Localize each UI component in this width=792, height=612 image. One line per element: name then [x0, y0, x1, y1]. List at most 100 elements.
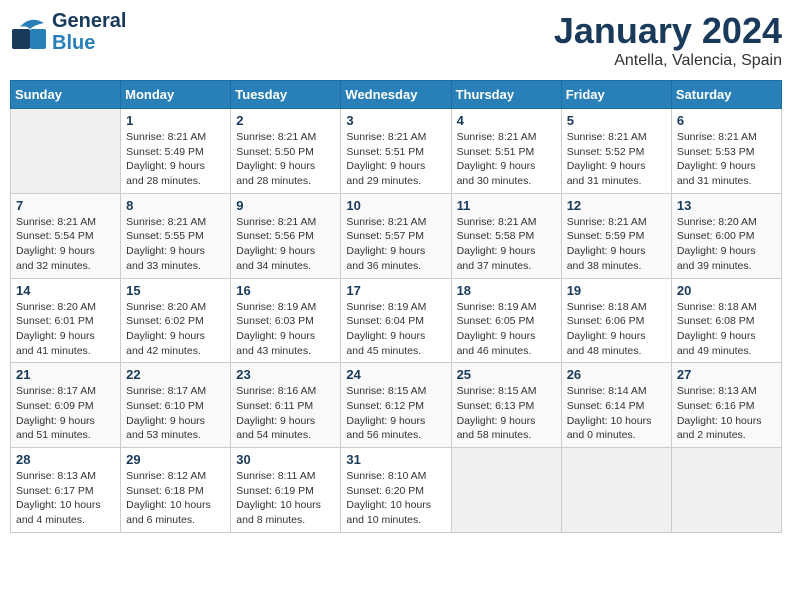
- day-number: 12: [567, 198, 666, 213]
- logo-blue: Blue: [52, 32, 126, 54]
- calendar-cell: 23 Sunrise: 8:16 AM Sunset: 6:11 PM Dayli…: [231, 363, 341, 448]
- day-number: 25: [457, 367, 556, 382]
- day-number: 3: [346, 113, 445, 128]
- calendar-cell: [451, 448, 561, 533]
- calendar-cell: 11 Sunrise: 8:21 AM Sunset: 5:58 PM Dayli…: [451, 193, 561, 278]
- calendar-cell: 2Sunrise: 8:21 AM Sunset: 5:50 PM Daylig…: [231, 109, 341, 194]
- day-info: Sunrise: 8:13 AM Sunset: 6:16 PM Dayligh…: [677, 384, 776, 443]
- title-block: January 2024 Antella, Valencia, Spain: [554, 10, 782, 70]
- day-number: 20: [677, 283, 776, 298]
- calendar-cell: 7 Sunrise: 8:21 AM Sunset: 5:54 PM Daylig…: [11, 193, 121, 278]
- calendar-cell: 17Sunrise: 8:19 AM Sunset: 6:04 PM Dayli…: [341, 278, 451, 363]
- calendar-cell: 13 Sunrise: 8:20 AM Sunset: 6:00 PM Dayli…: [671, 193, 781, 278]
- day-number: 4: [457, 113, 556, 128]
- month-title: January 2024: [554, 10, 782, 52]
- calendar-cell: 5 Sunrise: 8:21 AM Sunset: 5:52 PM Daylig…: [561, 109, 671, 194]
- calendar-cell: 9Sunrise: 8:21 AM Sunset: 5:56 PM Daylig…: [231, 193, 341, 278]
- day-number: 10: [346, 198, 445, 213]
- day-info: Sunrise: 8:19 AM Sunset: 6:05 PM Dayligh…: [457, 300, 556, 359]
- day-info: Sunrise: 8:21 AM Sunset: 5:54 PM Dayligh…: [16, 215, 115, 274]
- day-number: 5: [567, 113, 666, 128]
- calendar-week-row: 1 Sunrise: 8:21 AM Sunset: 5:49 PM Daylig…: [11, 109, 782, 194]
- day-info: Sunrise: 8:21 AM Sunset: 5:53 PM Dayligh…: [677, 130, 776, 189]
- day-info: Sunrise: 8:16 AM Sunset: 6:11 PM Dayligh…: [236, 384, 335, 443]
- calendar-week-row: 28 Sunrise: 8:13 AM Sunset: 6:17 PM Dayli…: [11, 448, 782, 533]
- column-header-tuesday: Tuesday: [231, 81, 341, 109]
- day-info: Sunrise: 8:11 AM Sunset: 6:19 PM Dayligh…: [236, 469, 335, 528]
- day-info: Sunrise: 8:19 AM Sunset: 6:03 PM Dayligh…: [236, 300, 335, 359]
- calendar-body: 1 Sunrise: 8:21 AM Sunset: 5:49 PM Daylig…: [11, 109, 782, 533]
- day-number: 14: [16, 283, 115, 298]
- day-info: Sunrise: 8:21 AM Sunset: 5:52 PM Dayligh…: [567, 130, 666, 189]
- day-number: 11: [457, 198, 556, 213]
- page-header: General Blue January 2024 Antella, Valen…: [10, 10, 782, 70]
- day-number: 24: [346, 367, 445, 382]
- calendar-cell: 21 Sunrise: 8:17 AM Sunset: 6:09 PM Dayli…: [11, 363, 121, 448]
- calendar-cell: 30 Sunrise: 8:11 AM Sunset: 6:19 PM Dayli…: [231, 448, 341, 533]
- day-info: Sunrise: 8:21 AM Sunset: 5:58 PM Dayligh…: [457, 215, 556, 274]
- day-number: 2: [236, 113, 335, 128]
- calendar-cell: 10 Sunrise: 8:21 AM Sunset: 5:57 PM Dayli…: [341, 193, 451, 278]
- day-number: 13: [677, 198, 776, 213]
- day-number: 28: [16, 452, 115, 467]
- day-info: Sunrise: 8:15 AM Sunset: 6:12 PM Dayligh…: [346, 384, 445, 443]
- day-info: Sunrise: 8:12 AM Sunset: 6:18 PM Dayligh…: [126, 469, 225, 528]
- column-header-thursday: Thursday: [451, 81, 561, 109]
- day-number: 18: [457, 283, 556, 298]
- day-info: Sunrise: 8:20 AM Sunset: 6:02 PM Dayligh…: [126, 300, 225, 359]
- calendar-cell: 24 Sunrise: 8:15 AM Sunset: 6:12 PM Dayli…: [341, 363, 451, 448]
- calendar-cell: 15Sunrise: 8:20 AM Sunset: 6:02 PM Dayli…: [121, 278, 231, 363]
- calendar-cell: [671, 448, 781, 533]
- column-header-sunday: Sunday: [11, 81, 121, 109]
- day-number: 27: [677, 367, 776, 382]
- day-info: Sunrise: 8:20 AM Sunset: 6:01 PM Dayligh…: [16, 300, 115, 359]
- day-number: 8: [126, 198, 225, 213]
- day-number: 1: [126, 113, 225, 128]
- column-header-friday: Friday: [561, 81, 671, 109]
- calendar-cell: 22Sunrise: 8:17 AM Sunset: 6:10 PM Dayli…: [121, 363, 231, 448]
- day-number: 6: [677, 113, 776, 128]
- calendar-cell: 3 Sunrise: 8:21 AM Sunset: 5:51 PM Daylig…: [341, 109, 451, 194]
- calendar-cell: 14 Sunrise: 8:20 AM Sunset: 6:01 PM Dayli…: [11, 278, 121, 363]
- day-info: Sunrise: 8:17 AM Sunset: 6:09 PM Dayligh…: [16, 384, 115, 443]
- column-header-wednesday: Wednesday: [341, 81, 451, 109]
- day-info: Sunrise: 8:21 AM Sunset: 5:49 PM Dayligh…: [126, 130, 225, 189]
- day-number: 7: [16, 198, 115, 213]
- day-number: 19: [567, 283, 666, 298]
- day-number: 23: [236, 367, 335, 382]
- day-info: Sunrise: 8:10 AM Sunset: 6:20 PM Dayligh…: [346, 469, 445, 528]
- calendar-cell: 28 Sunrise: 8:13 AM Sunset: 6:17 PM Dayli…: [11, 448, 121, 533]
- day-info: Sunrise: 8:21 AM Sunset: 5:55 PM Dayligh…: [126, 215, 225, 274]
- calendar-cell: 26Sunrise: 8:14 AM Sunset: 6:14 PM Dayli…: [561, 363, 671, 448]
- calendar-cell: [561, 448, 671, 533]
- calendar-cell: 25 Sunrise: 8:15 AM Sunset: 6:13 PM Dayli…: [451, 363, 561, 448]
- calendar-cell: 27 Sunrise: 8:13 AM Sunset: 6:16 PM Dayli…: [671, 363, 781, 448]
- location-subtitle: Antella, Valencia, Spain: [554, 52, 782, 70]
- day-number: 16: [236, 283, 335, 298]
- logo-general: General: [52, 10, 126, 32]
- calendar-cell: 20 Sunrise: 8:18 AM Sunset: 6:08 PM Dayli…: [671, 278, 781, 363]
- calendar-cell: [11, 109, 121, 194]
- calendar-cell: 1 Sunrise: 8:21 AM Sunset: 5:49 PM Daylig…: [121, 109, 231, 194]
- day-info: Sunrise: 8:21 AM Sunset: 5:59 PM Dayligh…: [567, 215, 666, 274]
- day-info: Sunrise: 8:20 AM Sunset: 6:00 PM Dayligh…: [677, 215, 776, 274]
- day-info: Sunrise: 8:21 AM Sunset: 5:51 PM Dayligh…: [457, 130, 556, 189]
- calendar-cell: 31 Sunrise: 8:10 AM Sunset: 6:20 PM Dayli…: [341, 448, 451, 533]
- day-number: 22: [126, 367, 225, 382]
- day-info: Sunrise: 8:21 AM Sunset: 5:57 PM Dayligh…: [346, 215, 445, 274]
- day-info: Sunrise: 8:13 AM Sunset: 6:17 PM Dayligh…: [16, 469, 115, 528]
- calendar-cell: 6 Sunrise: 8:21 AM Sunset: 5:53 PM Daylig…: [671, 109, 781, 194]
- day-number: 21: [16, 367, 115, 382]
- calendar-cell: 4 Sunrise: 8:21 AM Sunset: 5:51 PM Daylig…: [451, 109, 561, 194]
- day-number: 29: [126, 452, 225, 467]
- calendar-cell: 16 Sunrise: 8:19 AM Sunset: 6:03 PM Dayli…: [231, 278, 341, 363]
- day-number: 17: [346, 283, 445, 298]
- day-info: Sunrise: 8:15 AM Sunset: 6:13 PM Dayligh…: [457, 384, 556, 443]
- day-info: Sunrise: 8:21 AM Sunset: 5:51 PM Dayligh…: [346, 130, 445, 189]
- day-number: 30: [236, 452, 335, 467]
- column-header-monday: Monday: [121, 81, 231, 109]
- calendar-table: SundayMondayTuesdayWednesdayThursdayFrid…: [10, 80, 782, 533]
- day-info: Sunrise: 8:14 AM Sunset: 6:14 PM Dayligh…: [567, 384, 666, 443]
- day-number: 31: [346, 452, 445, 467]
- day-info: Sunrise: 8:18 AM Sunset: 6:08 PM Dayligh…: [677, 300, 776, 359]
